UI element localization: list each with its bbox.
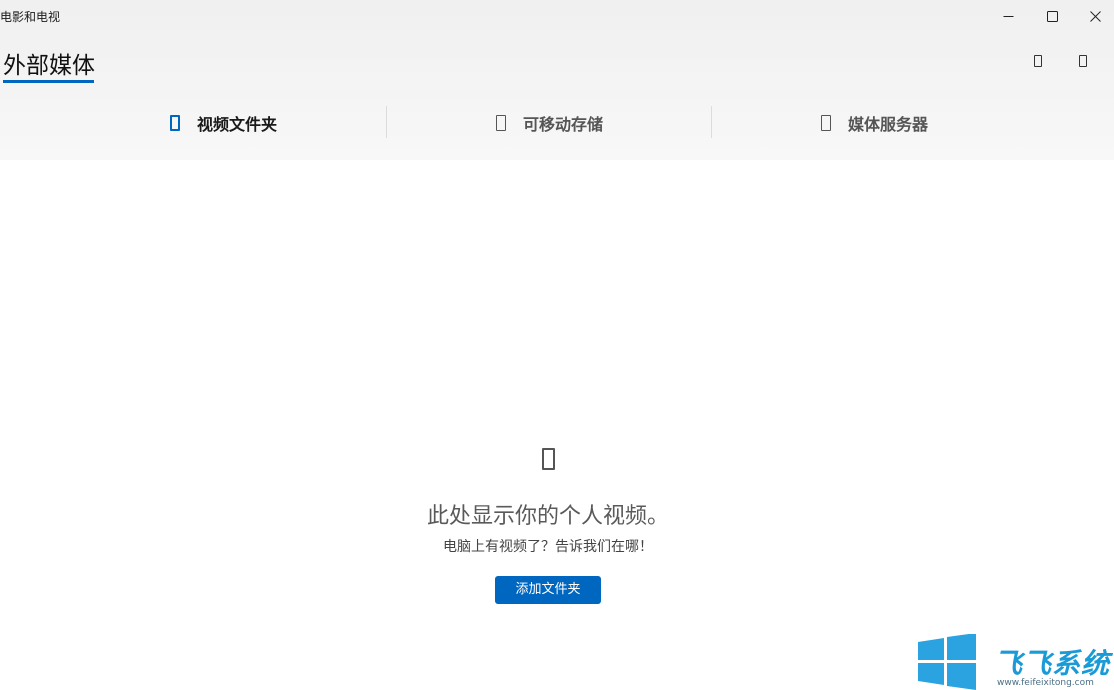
watermark-url: www.feifeixitong.com: [997, 678, 1094, 688]
empty-state-subtitle: 电脑上有视频了？告诉我们在哪！: [443, 539, 653, 555]
view-option-icon: [1034, 55, 1042, 67]
tab-video-folders[interactable]: 视频文件夹: [61, 100, 386, 146]
more-option-button[interactable]: [1069, 48, 1097, 74]
tab-media-servers[interactable]: 媒体服务器: [712, 100, 1037, 146]
maximize-button[interactable]: [1030, 0, 1074, 32]
minimize-icon: [1003, 15, 1013, 17]
usb-storage-icon: [495, 115, 506, 131]
media-server-icon: [820, 115, 831, 131]
tab-label: 视频文件夹: [196, 115, 277, 134]
tab-label: 媒体服务器: [847, 115, 928, 134]
windows-logo-icon: [918, 634, 976, 690]
empty-state: 此处显示你的个人视频。 电脑上有视频了？告诉我们在哪！ 添加文件夹: [0, 448, 1096, 604]
app-title: 电影和电视: [0, 10, 60, 24]
close-button[interactable]: [1073, 0, 1114, 32]
folder-icon: [169, 115, 180, 131]
maximize-icon: [1046, 10, 1058, 22]
minimize-button[interactable]: [986, 0, 1030, 32]
add-folder-button[interactable]: 添加文件夹: [495, 576, 601, 604]
video-icon: [541, 448, 555, 470]
page-title: 外部媒体: [3, 53, 95, 79]
source-tabs: 视频文件夹 可移动存储 媒体服务器: [0, 100, 1114, 146]
more-option-icon: [1079, 55, 1087, 67]
page-title-underline: [3, 80, 94, 83]
title-bar[interactable]: 电影和电视: [0, 0, 1114, 32]
view-option-button[interactable]: [1024, 48, 1052, 74]
tab-label: 可移动存储: [522, 115, 603, 134]
tab-removable-storage[interactable]: 可移动存储: [387, 100, 712, 146]
watermark-text: 飞飞系统: [994, 647, 1111, 680]
close-icon: [1089, 10, 1101, 22]
watermark: 飞飞系统 www.feifeixitong.com: [916, 634, 1114, 690]
empty-state-title: 此处显示你的个人视频。: [426, 504, 669, 529]
